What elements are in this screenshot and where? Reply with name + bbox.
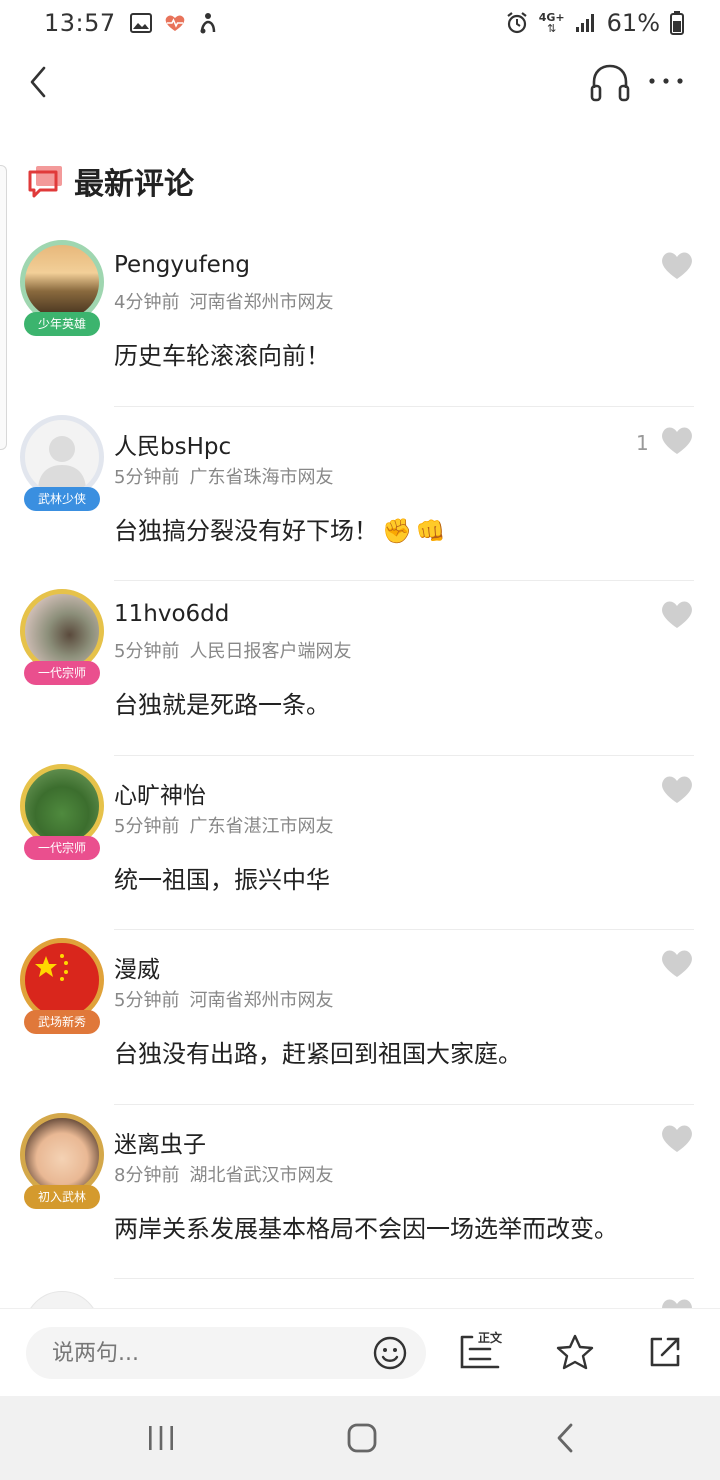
level-badge: 武林少侠 [24,486,100,511]
accessibility-icon [200,13,215,34]
more-dots-icon[interactable] [646,66,686,96]
comment-time: 5分钟前 [114,990,180,1011]
comment-username[interactable]: 心旷神怡 [114,776,206,810]
section-header: 最新评论 [28,156,194,206]
avatar-frame [20,763,104,848]
comment-location: 河南省郑州市网友 [189,292,334,313]
comment-item: 武林少侠 人民bsHpc 5分钟前 广东省珠海市网友 台独搞分裂没有好下场！ ✊ 👊 … [0,407,720,581]
comment-item: 少年英雄 Pengyufeng 4分钟前 河南省郑州市网友 历史车轮滚滚向前！ [0,232,720,407]
like-heart-icon[interactable] [660,948,694,978]
like-count: 1 [636,430,649,455]
comment-time: 5分钟前 [114,641,180,662]
comment-username[interactable]: 人民bsHpc [114,427,231,461]
level-badge: 少年英雄 [24,312,100,336]
nav-back-icon[interactable] [554,1422,576,1454]
oncoming-fist-emoji: 👊 [415,516,446,545]
comment-location: 河南省郑州市网友 [189,990,334,1011]
comment-meta: 8分钟前 湖北省武汉市网友 [114,1161,333,1187]
signal-icon [575,14,594,32]
comment-location: 湖北省武汉市网友 [189,1164,334,1186]
comment-meta: 5分钟前 人民日报客户端网友 [114,637,351,663]
image-icon [129,13,152,33]
status-time: 13:57 [44,9,116,37]
comment-location: 广东省湛江市网友 [189,815,334,837]
comment-input-pill[interactable] [26,1327,426,1379]
comment-text: 台独搞分裂没有好下场！ ✊ 👊 [114,511,446,546]
user-avatar[interactable]: 一代宗师 [18,589,106,685]
comment-text: 统一祖国，振兴中华 [114,865,330,894]
comment-meta: 5分钟前 广东省湛江市网友 [114,812,333,838]
comment-bottom-bar: 正文 [0,1308,720,1396]
headphones-icon[interactable] [588,60,632,104]
raised-fist-emoji: ✊ [382,516,412,545]
comment-text: 两岸关系发展基本格局不会因一场选举而改变。 [114,1214,618,1243]
avatar-frame [20,414,104,499]
data-arrows-icon: 4G+ ⇅ [538,11,565,35]
user-avatar[interactable]: 初入武林 [18,1112,106,1209]
comment-item: 武场新秀 漫威 5分钟前 河南省郑州市网友 台独没有出路，赶紧回到祖国大家庭。 [0,930,720,1105]
comment-username[interactable]: 漫威 [114,950,160,984]
star-favorite-icon[interactable] [556,1333,594,1371]
like-heart-icon[interactable] [660,774,694,804]
comment-text-body: 台独搞分裂没有好下场！ [114,516,378,545]
section-title: 最新评论 [74,167,194,202]
user-avatar[interactable]: 武场新秀 [18,938,106,1034]
home-icon[interactable] [346,1422,378,1454]
battery-percent: 61% [606,9,660,37]
battery-icon [670,11,684,35]
comment-meta: 4分钟前 河南省郑州市网友 [114,288,333,314]
comment-text: 历史车轮滚滚向前！ [114,342,330,370]
comment-item-partial [0,1279,720,1308]
alarm-icon [507,12,527,34]
comment-item: 一代宗师 心旷神怡 5分钟前 广东省湛江市网友 统一祖国，振兴中华 [0,756,720,930]
like-heart-icon[interactable] [660,1123,694,1153]
comment-item: 一代宗师 11hvo6dd 5分钟前 人民日报客户端网友 台独就是死路一条。 [0,581,720,756]
like-heart-icon[interactable] [660,425,694,455]
comment-time: 4分钟前 [114,292,180,313]
level-badge: 武场新秀 [24,1010,100,1034]
comment-text: 台独没有出路，赶紧回到祖国大家庭。 [114,1040,522,1068]
comment-username[interactable]: 11hvo6dd [114,601,229,627]
avatar-image [24,1291,100,1308]
back-arrow-icon[interactable] [22,62,58,102]
comment-meta: 5分钟前 广东省珠海市网友 [114,463,333,489]
user-avatar[interactable]: 一代宗师 [18,763,106,860]
like-heart-icon[interactable] [660,1297,694,1308]
comment-bubble-icon [28,166,62,198]
comment-username[interactable]: 迷离虫子 [114,1125,206,1159]
comment-item: 初入武林 迷离虫子 8分钟前 湖北省武汉市网友 两岸关系发展基本格局不会因一场选举… [0,1105,720,1279]
emoji-icon[interactable] [372,1335,408,1371]
level-badge: 一代宗师 [24,661,100,685]
system-navigation-bar [0,1396,720,1480]
recent-apps-icon[interactable] [146,1424,176,1452]
avatar-frame [20,1112,104,1197]
health-heart-icon [165,15,184,31]
user-avatar[interactable]: 少年英雄 [18,240,106,336]
comment-username[interactable]: Pengyufeng [114,252,250,278]
comment-location: 广东省珠海市网友 [189,466,334,488]
comment-list: 少年英雄 Pengyufeng 4分钟前 河南省郑州市网友 历史车轮滚滚向前！ 武… [0,232,720,1308]
top-bar [0,46,720,118]
share-icon[interactable] [648,1335,682,1369]
like-heart-icon[interactable] [660,599,694,629]
status-bar: 13:57 4G+ ⇅ 61% [0,0,720,46]
level-badge: 初入武林 [24,1184,100,1209]
comment-meta: 5分钟前 河南省郑州市网友 [114,986,333,1012]
status-system-icons: 4G+ ⇅ 61% [505,9,684,37]
comment-time: 5分钟前 [114,466,180,488]
like-heart-icon[interactable] [660,250,694,280]
user-avatar[interactable] [18,1287,106,1308]
user-avatar[interactable]: 武林少侠 [18,414,106,511]
comment-input[interactable] [52,1337,352,1369]
level-badge: 一代宗师 [24,835,100,860]
comment-time: 5分钟前 [114,815,180,837]
status-notification-icons [129,12,218,34]
zhengwen-label: 正文 [478,1331,503,1345]
comment-time: 8分钟前 [114,1164,180,1186]
comment-location: 人民日报客户端网友 [189,641,352,662]
comment-text: 台独就是死路一条。 [114,691,330,719]
